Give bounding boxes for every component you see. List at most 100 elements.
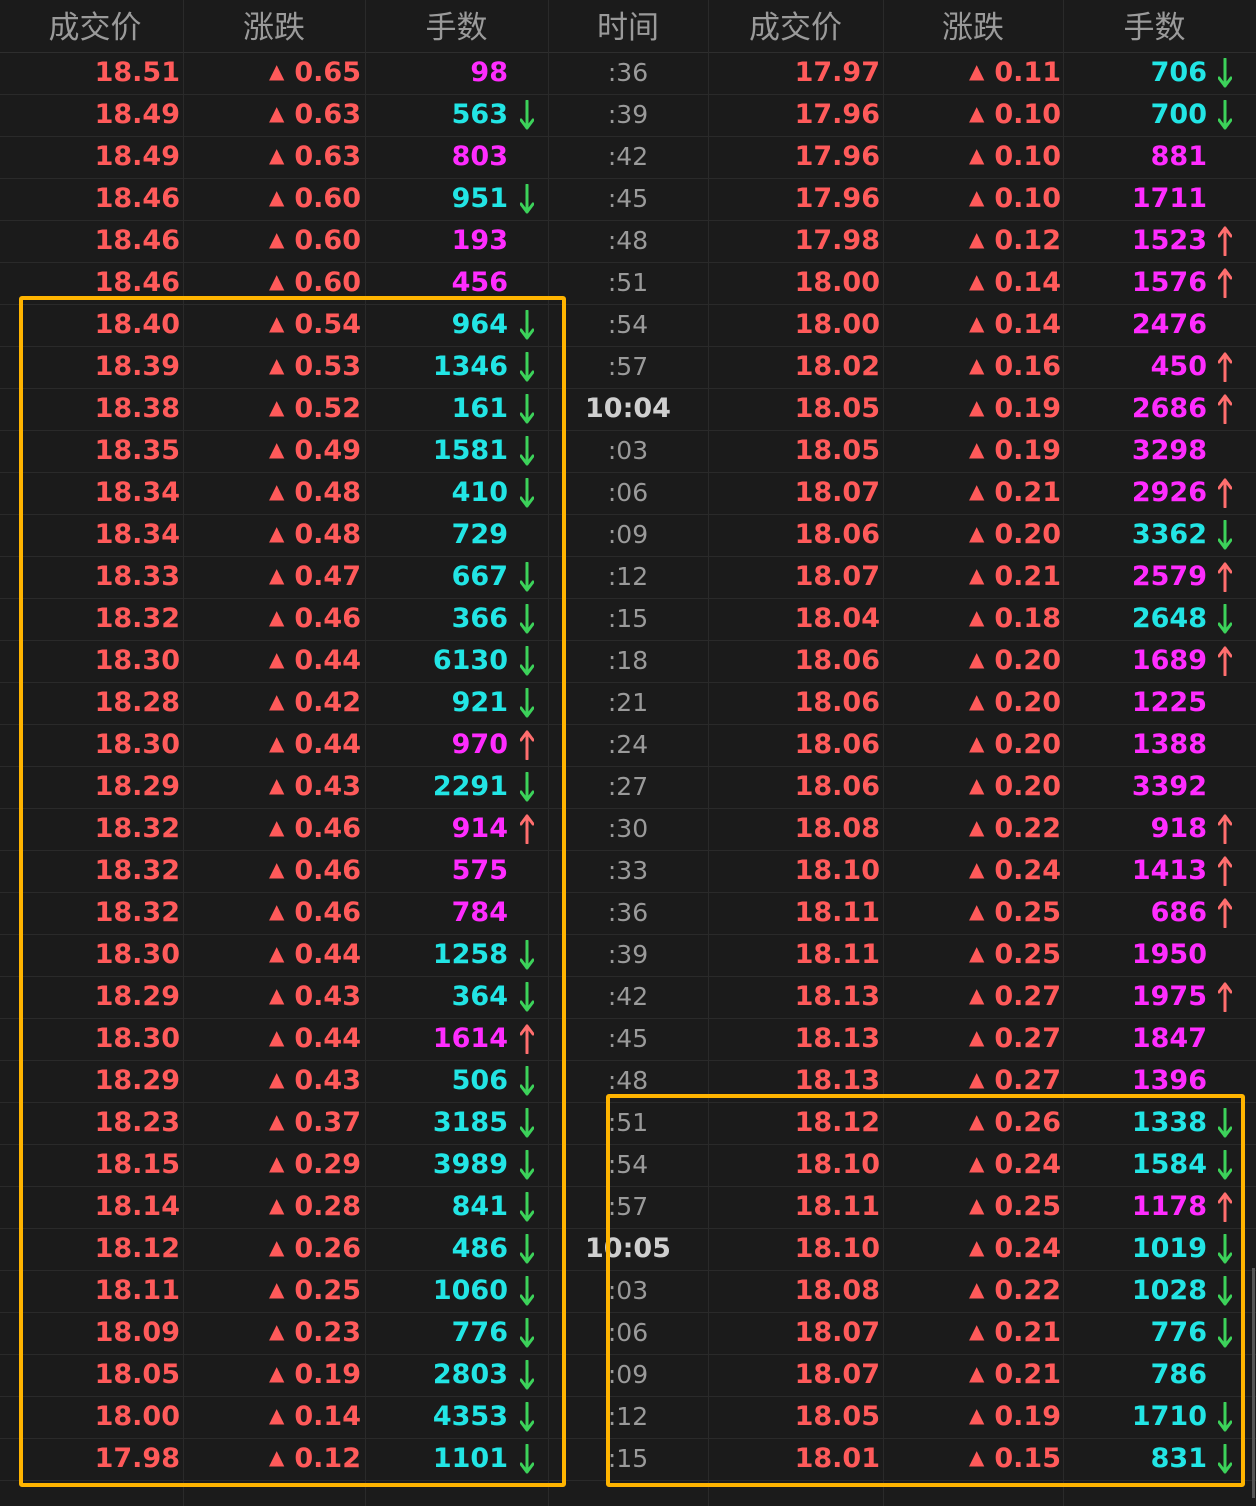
up-triangle-icon: ▲ — [968, 227, 985, 251]
up-triangle-icon: ▲ — [968, 185, 985, 209]
header-row: 成交价 涨跌 手数 时间 成交价 涨跌 手数 — [0, 0, 1256, 53]
tick-row[interactable]: 18.34 ▲ 0.48 410:06 18.07 ▲ 0.21 2926 — [0, 472, 1256, 515]
tick-board: 成交价 涨跌 手数 时间 成交价 涨跌 手数 18.51 ▲ 0.65 98:36 17… — [0, 0, 1256, 1506]
arrow-down-icon — [1217, 1107, 1233, 1138]
tick-row[interactable]: 18.34 ▲ 0.48 729:09 18.06 ▲ 0.20 3362 — [0, 514, 1256, 557]
trade-volume: 1338 — [1131, 1107, 1207, 1138]
trade-price: 18.00 — [794, 309, 880, 340]
tick-row[interactable]: 18.23 ▲ 0.37 3185:51 18.12 ▲ 0.26 1338 — [0, 1102, 1256, 1145]
tick-row[interactable]: 18.38 ▲ 0.52 161 10:04 18.05 ▲ 0.19 2686 — [0, 388, 1256, 431]
trade-volume: 506 — [451, 1065, 508, 1096]
tick-row[interactable]: 18.12 ▲ 0.26 486 10:05 18.10 ▲ 0.24 1019 — [0, 1228, 1256, 1271]
up-triangle-icon: ▲ — [968, 983, 985, 1007]
trade-time: :45 — [607, 184, 649, 213]
price-change: ▲ 0.29 — [183, 1144, 361, 1186]
tick-row[interactable]: 18.49 ▲ 0.63 563:39 17.96 ▲ 0.10 700 — [0, 94, 1256, 137]
tick-row[interactable]: 18.28 ▲ 0.42 921:21 18.06 ▲ 0.20 1225 — [0, 682, 1256, 725]
trade-price: 17.96 — [794, 99, 880, 130]
tick-row[interactable]: 18.39 ▲ 0.53 1346:57 18.02 ▲ 0.16 450 — [0, 346, 1256, 389]
tick-row[interactable]: 18.32 ▲ 0.46 914:30 18.08 ▲ 0.22 918 — [0, 808, 1256, 851]
tick-row[interactable]: 18.09 ▲ 0.23 776:06 18.07 ▲ 0.21 776 — [0, 1312, 1256, 1355]
trade-time: :57 — [607, 1192, 649, 1221]
header-price-left[interactable]: 成交价 — [0, 0, 190, 52]
tick-row[interactable]: 18.35 ▲ 0.49 1581:03 18.05 ▲ 0.19 3298 — [0, 430, 1256, 473]
header-volume-right[interactable]: 手数 — [1063, 0, 1246, 52]
trade-price: 18.09 — [94, 1317, 180, 1348]
tick-row[interactable]: 18.30 ▲ 0.44 1614:45 18.13 ▲ 0.27 1847 — [0, 1018, 1256, 1061]
tick-row[interactable]: 18.11 ▲ 0.25 1060:03 18.08 ▲ 0.22 1028 — [0, 1270, 1256, 1313]
arrow-up-icon — [1217, 982, 1233, 1013]
tick-row[interactable]: 18.29 ▲ 0.43 364:42 18.13 ▲ 0.27 1975 — [0, 976, 1256, 1019]
change-value: 0.27 — [994, 981, 1061, 1012]
trade-price: 18.23 — [94, 1107, 180, 1138]
header-change-right[interactable]: 涨跌 — [883, 0, 1063, 52]
up-triangle-icon: ▲ — [968, 143, 985, 167]
up-triangle-icon: ▲ — [968, 815, 985, 839]
trade-volume: 575 — [451, 855, 508, 886]
tick-row[interactable]: 18.05 ▲ 0.19 2803:09 18.07 ▲ 0.21 786 — [0, 1354, 1256, 1397]
change-value: 0.14 — [994, 309, 1061, 340]
up-triangle-icon: ▲ — [268, 983, 285, 1007]
trade-volume: 2579 — [1131, 561, 1207, 592]
header-price-right[interactable]: 成交价 — [708, 0, 883, 52]
tick-row[interactable]: 18.30 ▲ 0.44 6130:18 18.06 ▲ 0.20 1689 — [0, 640, 1256, 683]
tick-row[interactable]: 18.46 ▲ 0.60 193:48 17.98 ▲ 0.12 1523 — [0, 220, 1256, 263]
tick-row[interactable]: 17.98 ▲ 0.12 1101:15 18.01 ▲ 0.15 831 — [0, 1438, 1256, 1481]
header-change-left[interactable]: 涨跌 — [183, 0, 365, 52]
tick-row[interactable]: 18.33 ▲ 0.47 667:12 18.07 ▲ 0.21 2579 — [0, 556, 1256, 599]
up-triangle-icon: ▲ — [268, 1193, 285, 1217]
trade-volume: 1975 — [1131, 981, 1207, 1012]
change-value: 0.48 — [294, 477, 361, 508]
trade-price: 18.11 — [94, 1275, 180, 1306]
tick-row[interactable]: 18.32 ▲ 0.46 784:36 18.11 ▲ 0.25 686 — [0, 892, 1256, 935]
tick-row[interactable]: 18.49 ▲ 0.63 803:42 17.96 ▲ 0.10 881 — [0, 136, 1256, 179]
header-time[interactable]: 时间 — [548, 0, 708, 52]
tick-row[interactable]: 18.32 ▲ 0.46 575:33 18.10 ▲ 0.24 1413 — [0, 850, 1256, 893]
scrollbar[interactable] — [1252, 1268, 1255, 1498]
arrow-up-icon — [1217, 856, 1233, 887]
price-change: ▲ 0.18 — [883, 598, 1061, 640]
price-change: ▲ 0.10 — [883, 94, 1061, 136]
change-value: 0.23 — [294, 1317, 361, 1348]
arrow-down-icon — [519, 309, 535, 340]
tick-row[interactable]: 18.51 ▲ 0.65 98:36 17.97 ▲ 0.11 706 — [0, 52, 1256, 95]
up-triangle-icon: ▲ — [268, 1361, 285, 1385]
arrow-down-icon — [519, 561, 535, 592]
tick-row[interactable]: 18.15 ▲ 0.29 3989:54 18.10 ▲ 0.24 1584 — [0, 1144, 1256, 1187]
tick-row[interactable]: 18.29 ▲ 0.43 2291:27 18.06 ▲ 0.20 3392 — [0, 766, 1256, 809]
tick-row[interactable]: 18.29 ▲ 0.43 506:48 18.13 ▲ 0.27 1396 — [0, 1060, 1256, 1103]
change-value: 0.53 — [294, 351, 361, 382]
change-value: 0.19 — [294, 1359, 361, 1390]
price-change: ▲ 0.28 — [183, 1186, 361, 1228]
change-value: 0.20 — [994, 687, 1061, 718]
tick-row[interactable]: 18.40 ▲ 0.54 964:54 18.00 ▲ 0.14 2476 — [0, 304, 1256, 347]
tick-row[interactable]: 18.32 ▲ 0.46 366:15 18.04 ▲ 0.18 2648 — [0, 598, 1256, 641]
trade-volume: 410 — [451, 477, 508, 508]
up-triangle-icon: ▲ — [968, 731, 985, 755]
price-change: ▲ 0.60 — [183, 262, 361, 304]
trade-price: 17.98 — [794, 225, 880, 256]
price-change: ▲ 0.43 — [183, 1060, 361, 1102]
tick-row[interactable]: 18.14 ▲ 0.28 841:57 18.11 ▲ 0.25 1178 — [0, 1186, 1256, 1229]
change-value: 0.43 — [294, 771, 361, 802]
change-value: 0.19 — [994, 393, 1061, 424]
price-change: ▲ 0.20 — [883, 724, 1061, 766]
change-value: 0.21 — [994, 477, 1061, 508]
header-volume-left[interactable]: 手数 — [365, 0, 548, 52]
tick-row[interactable]: 18.30 ▲ 0.44 1258:39 18.11 ▲ 0.25 1950 — [0, 934, 1256, 977]
tick-row[interactable]: 18.46 ▲ 0.60 456:51 18.00 ▲ 0.14 1576 — [0, 262, 1256, 305]
change-value: 0.65 — [294, 57, 361, 88]
tick-row[interactable]: 18.00 ▲ 0.14 4353:12 18.05 ▲ 0.19 1710 — [0, 1396, 1256, 1439]
tick-row[interactable]: 18.30 ▲ 0.44 970:24 18.06 ▲ 0.20 1388 — [0, 724, 1256, 767]
trade-price: 18.13 — [794, 981, 880, 1012]
trade-price: 18.29 — [94, 1065, 180, 1096]
arrow-down-icon — [519, 645, 535, 676]
price-change: ▲ 0.37 — [183, 1102, 361, 1144]
up-triangle-icon: ▲ — [968, 773, 985, 797]
trade-volume: 2686 — [1131, 393, 1207, 424]
trade-volume: 1101 — [432, 1443, 508, 1474]
trade-price: 18.07 — [794, 477, 880, 508]
arrow-down-icon — [519, 1107, 535, 1138]
trade-price: 18.07 — [794, 1359, 880, 1390]
tick-row[interactable]: 18.46 ▲ 0.60 951:45 17.96 ▲ 0.10 1711 — [0, 178, 1256, 221]
